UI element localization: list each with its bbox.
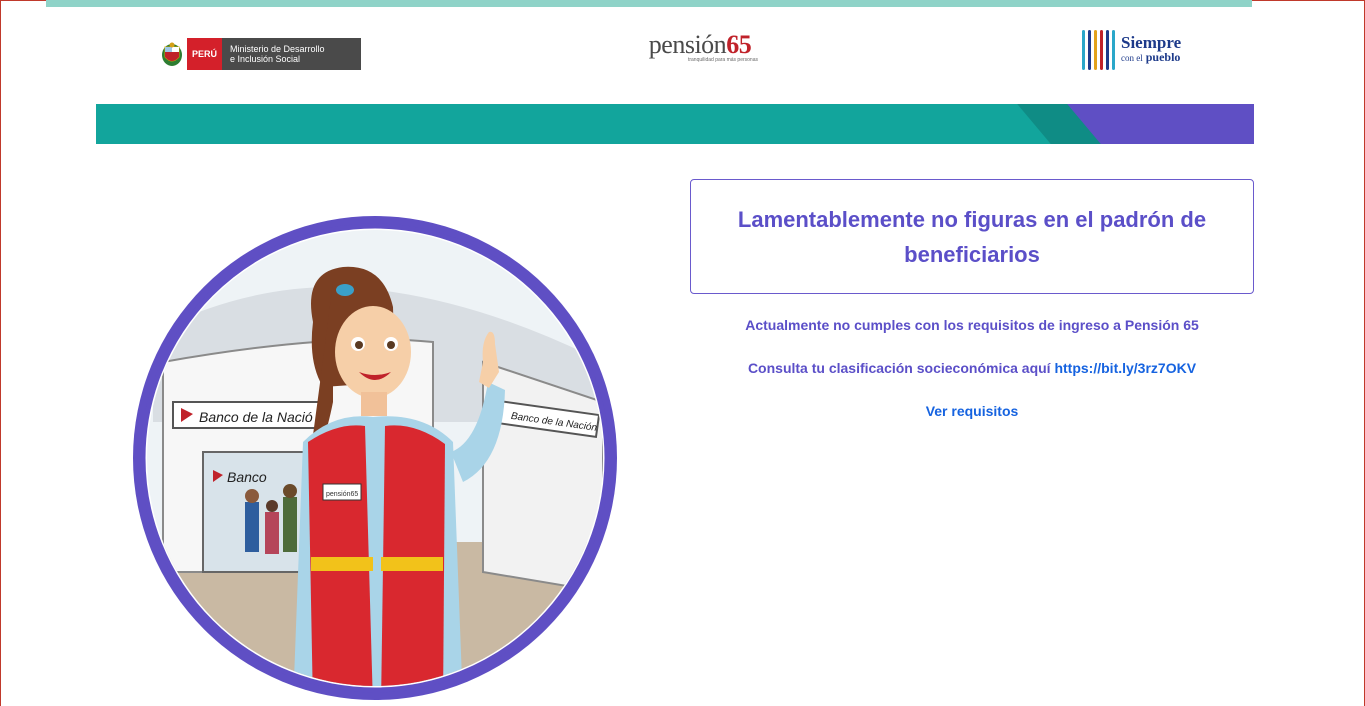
bank-agent-illustration: Banco de la Nació Banco de la Nación Ban…: [133, 216, 617, 700]
ministry-line-2: e Inclusión Social: [230, 54, 301, 64]
vest-badge: pensión65: [326, 491, 358, 498]
con-el-label: con el: [1121, 52, 1143, 63]
header-banner: [96, 104, 1254, 144]
siempre-con-el-pueblo-logo: Siempre con el pueblo: [1082, 30, 1181, 70]
banner-accent-purple: [1067, 104, 1254, 144]
top-strip: [46, 0, 1252, 7]
bank-sign-lower: Banco: [227, 469, 267, 485]
result-message-card: Lamentablemente no figuras en el padrón …: [690, 179, 1254, 294]
peru-coat-of-arms-icon: [162, 42, 182, 66]
ver-requisitos-link[interactable]: Ver requisitos: [926, 403, 1019, 419]
classification-notice: Consulta tu clasificación socieconómica …: [690, 360, 1254, 376]
peru-label: PERÚ: [187, 38, 223, 70]
pension65-logo: pensión65 tranquilidad para más personas: [636, 30, 764, 63]
siempre-label: Siempre: [1121, 32, 1182, 52]
ministry-line-1: Ministerio de Desarrollo: [230, 44, 325, 54]
result-title: Lamentablemente no figuras en el padrón …: [737, 206, 1207, 267]
requirements-notice: Actualmente no cumples con los requisito…: [745, 317, 1199, 333]
pension65-word: pensión: [648, 30, 727, 59]
midis-logo: PERÚ Ministerio de Desarrollo e Inclusió…: [161, 38, 362, 70]
colored-bars-icon: [1082, 30, 1115, 70]
pueblo-label: pueblo: [1145, 49, 1181, 64]
requirements-link-row: Ver requisitos: [690, 403, 1254, 419]
ministry-label: Ministerio de Desarrollo e Inclusión Soc…: [222, 38, 362, 70]
pension65-number: 65: [726, 30, 752, 59]
bank-sign-left: Banco de la Nació: [199, 409, 313, 425]
classification-text: Consulta tu clasificación socieconómica …: [747, 360, 1051, 376]
classification-link[interactable]: https://bit.ly/3rz7OKV: [1054, 360, 1196, 376]
